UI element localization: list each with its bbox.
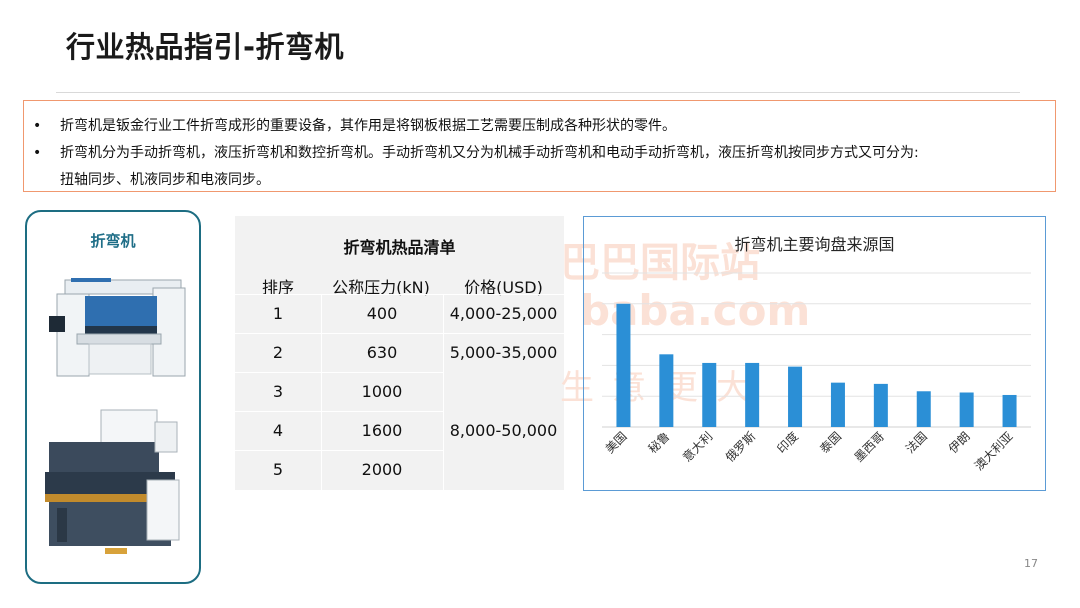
column-divider	[443, 294, 444, 490]
x-tick-label: 澳大利亚	[972, 429, 1016, 473]
page-title: 行业热品指引-折弯机	[66, 30, 345, 64]
bullet-dot: •	[33, 118, 42, 134]
row-divider	[235, 294, 564, 295]
table-cell-price: 4,000-25,000	[449, 304, 558, 323]
description-box: • 折弯机是钣金行业工件折弯成形的重要设备，其作用是将钢板根据工艺需要压制成各种…	[23, 100, 1056, 192]
chart-bar	[959, 392, 974, 427]
table-cell-rank: 2	[272, 343, 284, 362]
chart-bar	[916, 391, 931, 427]
chart-bar	[873, 383, 888, 427]
title-divider	[56, 92, 1020, 93]
table-cell-price: 5,000-35,000	[449, 343, 558, 362]
x-tick-label: 意大利	[679, 429, 715, 465]
chart-bar	[616, 303, 631, 427]
table-cell-rank: 4	[272, 421, 284, 440]
x-tick-label: 法国	[903, 429, 930, 456]
row-divider	[235, 450, 443, 451]
row-divider	[235, 411, 443, 412]
x-tick-label: 俄罗斯	[723, 429, 758, 464]
bullet-dot: •	[33, 145, 42, 161]
bar-chart-plot: 美国 秘鲁 意大利 俄罗斯 印度 泰国 墨西哥 法国 伊朗 澳大利亚	[602, 272, 1031, 473]
chart-bar	[830, 382, 845, 427]
table-cell-pressure: 400	[366, 304, 398, 323]
row-divider	[235, 333, 564, 334]
table-cell-rank: 5	[272, 460, 284, 479]
press-brake-image-1	[45, 278, 186, 554]
product-card: 折弯机	[25, 210, 201, 584]
table-cell-rank: 3	[272, 382, 284, 401]
bullet-text: 折弯机是钣金行业工件折弯成形的重要设备，其作用是将钢板根据工艺需要压制成各种形状…	[60, 118, 676, 134]
x-tick-label: 美国	[603, 429, 630, 456]
bullet-text: 扭轴同步、机液同步和电液同步。	[60, 172, 270, 188]
table-cell-pressure: 2000	[361, 460, 403, 479]
table-cell-pressure: 1600	[361, 421, 403, 440]
chart-bar	[702, 362, 717, 427]
x-tick-label: 印度	[774, 429, 802, 457]
x-tick-label: 墨西哥	[852, 429, 887, 464]
table-title: 折弯机热品清单	[343, 238, 456, 257]
row-divider	[235, 372, 443, 373]
table-cell-pressure: 1000	[361, 382, 403, 401]
x-tick-label: 伊朗	[946, 429, 973, 456]
x-tick-label: 泰国	[817, 429, 844, 456]
inquiry-source-chart: 折弯机主要询盘来源国 美国 秘鲁 意大利 俄罗斯 印度 泰国 墨西哥 法国 伊朗 澳大利亚	[583, 216, 1046, 491]
table-cell-price-merged: 8,000-50,000	[449, 421, 558, 440]
chart-bar	[745, 362, 760, 427]
x-tick-label: 秘鲁	[646, 429, 673, 456]
chart-bar	[1002, 394, 1017, 427]
hot-list-table: 折弯机热品清单 排序 公称压力(kN) 价格(USD) 1 400 4,000-…	[235, 216, 564, 490]
table-cell-pressure: 630	[366, 343, 398, 362]
page-number: 17	[1024, 557, 1038, 570]
chart-bar	[788, 366, 803, 427]
table-cell-rank: 1	[272, 304, 284, 323]
bullet-text: 折弯机分为手动折弯机，液压折弯机和数控折弯机。手动折弯机又分为机械手动折弯机和电…	[60, 145, 919, 161]
press-brake-image-2	[45, 409, 180, 554]
chart-bar	[659, 354, 674, 427]
